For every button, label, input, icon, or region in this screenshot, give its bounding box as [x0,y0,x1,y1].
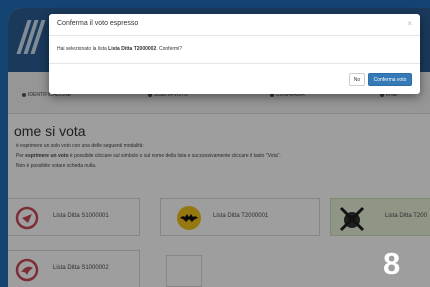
confirm-dialog: Conferma il voto espresso × Hai selezion… [49,14,420,94]
close-icon[interactable]: × [407,19,412,28]
dialog-title: Conferma il voto espresso [57,20,139,27]
dialog-body: Hai selezionato la lista Lista Ditta T20… [49,36,420,64]
slide-number: 8 [383,246,401,281]
no-button[interactable]: No [349,73,365,86]
dialog-footer: No Conferma voto [49,64,420,94]
dialog-header: Conferma il voto espresso × [49,14,420,36]
confirm-vote-button[interactable]: Conferma voto [368,73,412,86]
dialog-message: Hai selezionato la lista Lista Ditta T20… [57,46,183,52]
